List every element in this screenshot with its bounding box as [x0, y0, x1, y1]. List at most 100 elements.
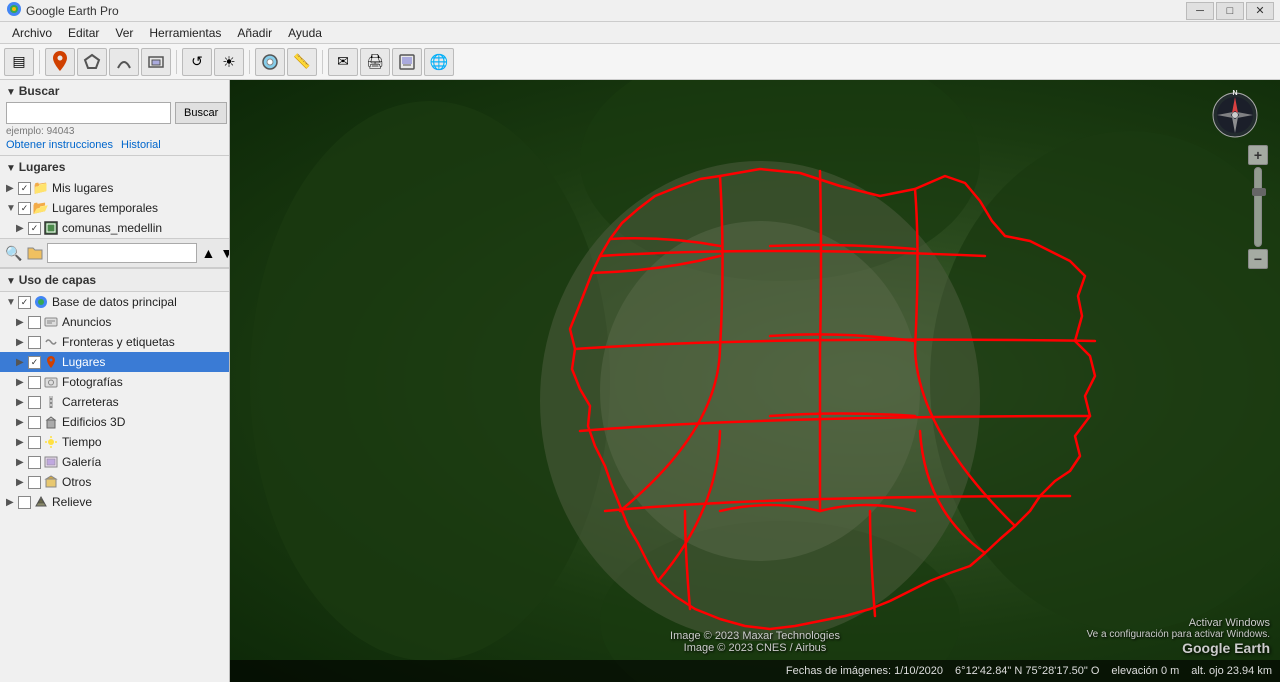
search-input[interactable]	[6, 102, 171, 124]
expand-arrow: ▶	[16, 377, 28, 388]
layer-item-tiempo[interactable]: ▶Tiempo	[0, 432, 229, 452]
folder-open-icon: 📂	[33, 200, 49, 216]
zoom-in-button[interactable]: +	[1248, 145, 1268, 165]
layer-item-relieve[interactable]: ▶Relieve	[0, 492, 229, 512]
layer-item-fronteras[interactable]: ▶ Fronteras y etiquetas	[0, 332, 229, 352]
layers-tree: ▼Base de datos principal▶Anuncios ▶ Fronte…	[0, 292, 229, 512]
app-title: Google Earth Pro	[26, 4, 1186, 18]
layer-item-fotografias[interactable]: ▶Fotografías	[0, 372, 229, 392]
maps-button[interactable]: 🌐	[424, 48, 454, 76]
save-image-button[interactable]	[392, 48, 422, 76]
zoom-out-button[interactable]: −	[1248, 249, 1268, 269]
search-links: Obtener instrucciones Historial	[6, 139, 223, 151]
layer-checkbox-fotografias[interactable]	[28, 376, 41, 389]
layer-item-galeria[interactable]: ▶Galería	[0, 452, 229, 472]
expand-arrow: ▶	[16, 337, 28, 348]
menu-item-herramientas[interactable]: Herramientas	[141, 24, 229, 42]
layer-icon-carreteras	[43, 394, 59, 410]
places-search-button[interactable]: 🔍	[4, 241, 23, 265]
toolbar: ▤ ↺ ☀ 📏 ✉ 🖨 🌐	[0, 44, 1280, 80]
path-button[interactable]	[109, 48, 139, 76]
statusbar: Fechas de imágenes: 1/10/2020 6°12'42.84…	[230, 660, 1280, 682]
email-button[interactable]: ✉	[328, 48, 358, 76]
layer-checkbox-lugares-layer[interactable]	[28, 356, 41, 369]
layer-label-relieve: Relieve	[52, 495, 92, 509]
layer-item-anuncios[interactable]: ▶Anuncios	[0, 312, 229, 332]
move-down-button[interactable]: ▼	[219, 241, 230, 265]
sky-button[interactable]	[255, 48, 285, 76]
layer-label-otros: Otros	[62, 475, 91, 489]
tree-item-mis-lugares[interactable]: ▶ 📁 Mis lugares	[0, 178, 229, 198]
layer-checkbox-galeria[interactable]	[28, 456, 41, 469]
layer-checkbox-tiempo[interactable]	[28, 436, 41, 449]
layer-icon	[43, 220, 59, 236]
print-button[interactable]: 🖨	[360, 48, 390, 76]
get-directions-link[interactable]: Obtener instrucciones	[6, 139, 113, 151]
layer-item-edificios-3d[interactable]: ▶Edificios 3D	[0, 412, 229, 432]
polygon-button[interactable]	[77, 48, 107, 76]
layer-checkbox-carreteras[interactable]	[28, 396, 41, 409]
layer-icon-anuncios	[43, 314, 59, 330]
expand-arrow-2: ▼	[6, 203, 18, 214]
search-button[interactable]: Buscar	[175, 102, 227, 124]
overlay-button[interactable]	[141, 48, 171, 76]
svg-text:N: N	[1232, 90, 1237, 97]
compass[interactable]: N	[1210, 90, 1260, 140]
layer-checkbox-base-datos[interactable]	[18, 296, 31, 309]
move-up-button[interactable]: ▲	[200, 241, 216, 265]
map-area[interactable]: N + − Image © 2023 Maxar Technologies Im…	[230, 80, 1280, 682]
layer-item-base-datos[interactable]: ▼Base de datos principal	[0, 292, 229, 312]
sidebar-toggle-button[interactable]: ▤	[4, 48, 34, 76]
activate-windows-sub: Ve a configuración para activar Windows.	[1087, 629, 1270, 640]
menu-item-editar[interactable]: Editar	[60, 24, 107, 42]
coords-status: 6°12'42.84" N 75°28'17.50" O	[955, 665, 1099, 677]
places-checkbox-comunas[interactable]	[28, 222, 41, 235]
places-search-input[interactable]	[47, 243, 197, 263]
sun-button[interactable]: ☀	[214, 48, 244, 76]
placemark-button[interactable]	[45, 48, 75, 76]
date-status: Fechas de imágenes: 1/10/2020	[786, 665, 943, 677]
places-checkbox-temporal[interactable]	[18, 202, 31, 215]
tree-item-lugares-temporales[interactable]: ▼ 📂 Lugares temporales	[0, 198, 229, 218]
menu-item-ver[interactable]: Ver	[107, 24, 141, 42]
menu-item-anadir[interactable]: Añadir	[229, 24, 280, 42]
layer-checkbox-anuncios[interactable]	[28, 316, 41, 329]
layers-header[interactable]: Uso de capas	[0, 269, 229, 292]
layer-checkbox-fronteras[interactable]	[28, 336, 41, 349]
history-link[interactable]: Historial	[121, 139, 161, 151]
left-panel: Buscar Buscar ejemplo: 94043 Obtener ins…	[0, 80, 230, 682]
menu-item-ayuda[interactable]: Ayuda	[280, 24, 330, 42]
layer-checkbox-otros[interactable]	[28, 476, 41, 489]
google-earth-logo: Google Earth	[1182, 640, 1270, 656]
maximize-button[interactable]: □	[1216, 2, 1244, 20]
layer-label-fronteras: Fronteras y etiquetas	[62, 335, 175, 349]
layer-icon-galeria	[43, 454, 59, 470]
layer-icon-lugares-layer	[43, 354, 59, 370]
tree-item-comunas[interactable]: ▶ comunas_medellin	[0, 218, 229, 238]
expand-arrow: ▶	[6, 183, 18, 194]
places-header[interactable]: Lugares	[0, 156, 229, 178]
minimize-button[interactable]: ─	[1186, 2, 1214, 20]
layer-icon-edificios-3d	[43, 414, 59, 430]
ruler-button[interactable]: 📏	[287, 48, 317, 76]
zoom-slider[interactable]	[1254, 167, 1262, 247]
folder-icon: 📁	[33, 180, 49, 196]
search-title[interactable]: Buscar	[6, 84, 223, 98]
refresh-button[interactable]: ↺	[182, 48, 212, 76]
layer-checkbox-relieve[interactable]	[18, 496, 31, 509]
layer-icon-tiempo	[43, 434, 59, 450]
close-button[interactable]: ✕	[1246, 2, 1274, 20]
eye-alt-status: alt. ojo 23.94 km	[1191, 665, 1272, 677]
menubar: ArchivoEditarVerHerramientasAñadirAyuda	[0, 22, 1280, 44]
places-checkbox-mis-lugares[interactable]	[18, 182, 31, 195]
layer-item-lugares-layer[interactable]: ▶Lugares	[0, 352, 229, 372]
places-folder-button[interactable]	[26, 241, 44, 265]
zoom-thumb	[1252, 188, 1266, 196]
app-icon	[6, 1, 22, 20]
layer-item-carreteras[interactable]: ▶Carreteras	[0, 392, 229, 412]
expand-arrow: ▶	[16, 357, 28, 368]
menu-item-archivo[interactable]: Archivo	[4, 24, 60, 42]
credit-line-2: Image © 2023 CNES / Airbus	[670, 642, 840, 654]
layer-item-otros[interactable]: ▶Otros	[0, 472, 229, 492]
layer-checkbox-edificios-3d[interactable]	[28, 416, 41, 429]
